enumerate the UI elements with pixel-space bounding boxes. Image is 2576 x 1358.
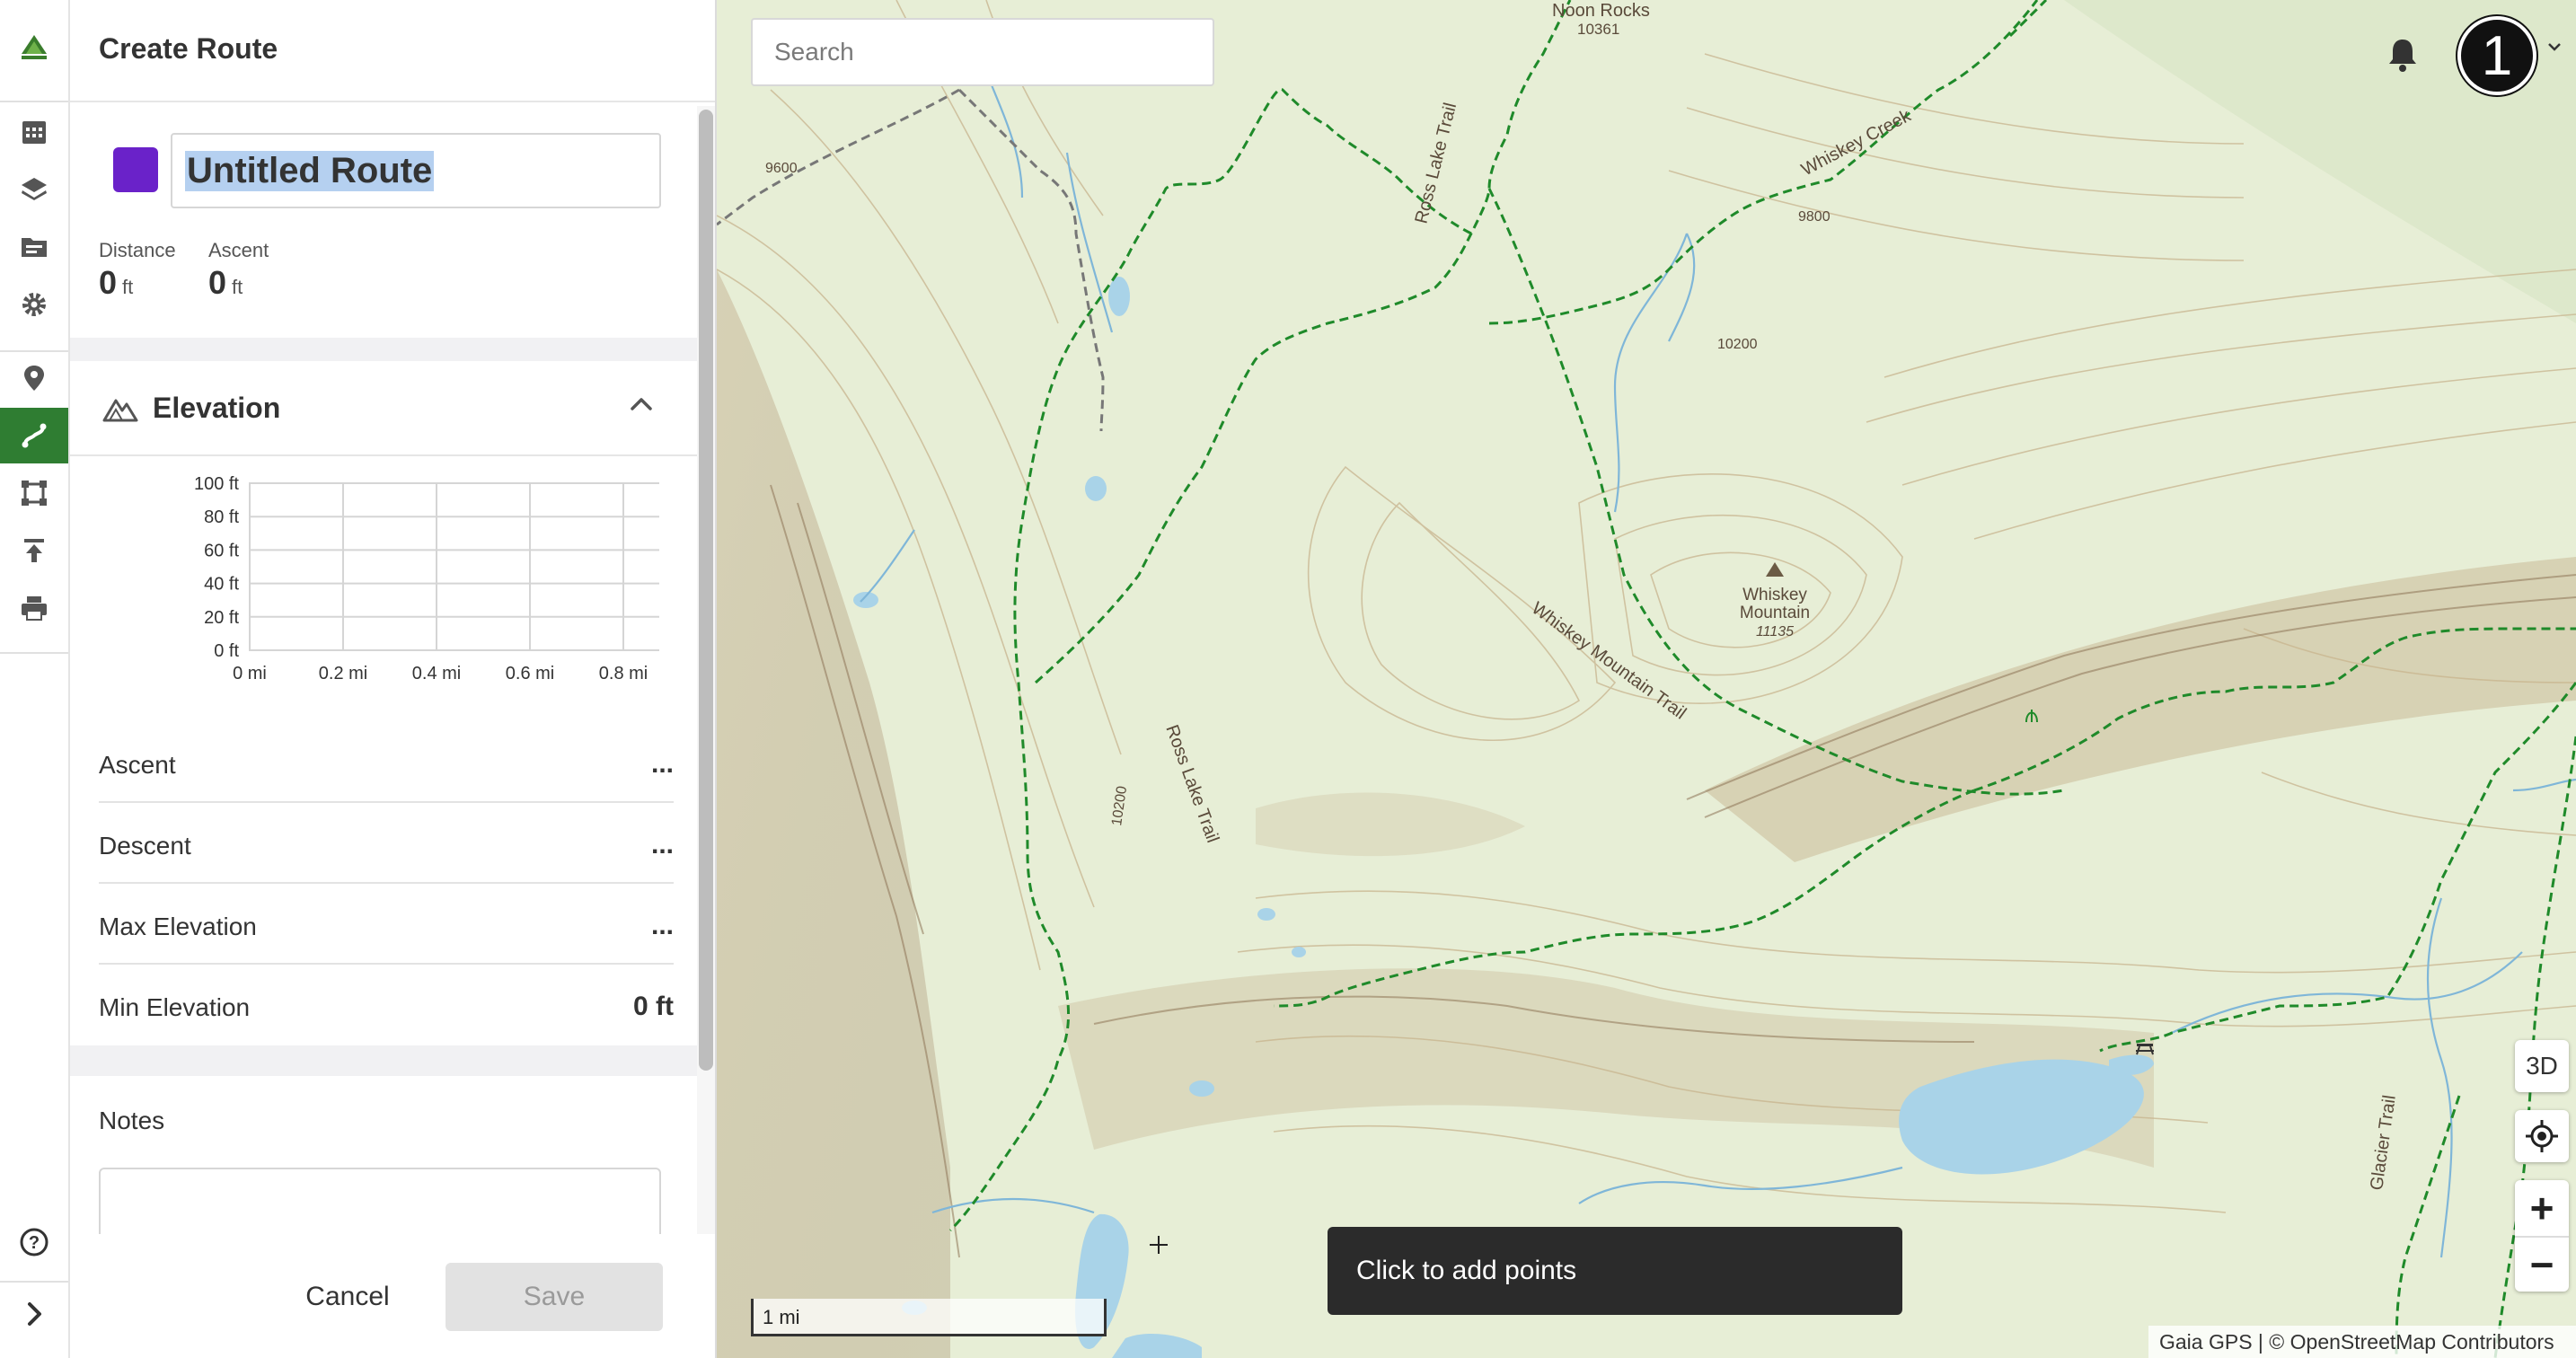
map-label: 10200 — [1717, 337, 1758, 352]
distance-value: 0 ft — [99, 264, 134, 301]
help-icon[interactable]: ? — [0, 1214, 68, 1270]
cancel-button[interactable]: Cancel — [280, 1263, 415, 1331]
section-divider — [70, 1045, 715, 1076]
panel-header: Create Route — [70, 0, 715, 102]
chart-x-tick: 0.8 mi — [599, 664, 648, 683]
layers-icon[interactable] — [0, 162, 68, 217]
panel-footer: Cancel Save — [70, 1234, 715, 1358]
waypoint-icon[interactable] — [0, 350, 68, 406]
map-label: 11135 — [1756, 624, 1794, 639]
map-scale-bar: 1 mi — [751, 1299, 1107, 1336]
create-route-panel: Create Route Untitled Route Distance 0 ft… — [70, 0, 717, 1358]
metric-row-min-elevation: Min Elevation 0 ft — [99, 965, 674, 1045]
elevation-header[interactable]: Elevation — [70, 363, 715, 456]
route-color-swatch[interactable] — [113, 147, 158, 192]
chart-y-tick: 20 ft — [204, 608, 239, 628]
elevation-chart: 100 ft 80 ft 60 ft 40 ft 20 ft 0 ft 0 mi 0.2 m… — [194, 474, 659, 683]
metric-value: ... — [650, 830, 674, 860]
print-icon[interactable] — [0, 580, 68, 636]
save-button[interactable]: Save — [446, 1263, 663, 1331]
metric-value: ... — [650, 749, 674, 779]
topo-map: Noon Rocks 10361 Whiskey Creek Ross Lake… — [717, 0, 2576, 1358]
chevron-right-icon[interactable] — [0, 1286, 68, 1342]
distance-label: Distance — [99, 239, 176, 261]
ascent-value: 0 ft — [208, 264, 243, 301]
icon-rail: ? — [0, 0, 70, 1358]
toast-message: Click to add points — [1328, 1227, 1902, 1315]
map-label: Noon Rocks — [1552, 1, 1650, 21]
chart-y-tick: 60 ft — [204, 541, 239, 560]
metric-row-ascent: Ascent ... — [99, 722, 674, 803]
scale-label: 1 mi — [763, 1306, 800, 1328]
map-label: Mountain — [1740, 604, 1810, 622]
route-icon[interactable] — [0, 408, 68, 463]
map-label: Whiskey — [1742, 586, 1807, 604]
map-label: 10361 — [1577, 21, 1619, 38]
map-attribution: Gaia GPS | © OpenStreetMap Contributors — [2148, 1326, 2576, 1358]
chart-plot-area — [249, 482, 659, 651]
chart-x-tick: 0 mi — [233, 664, 267, 683]
locate-me-button[interactable] — [2515, 1110, 2569, 1162]
metric-row-max-elevation: Max Elevation ... — [99, 884, 674, 965]
chart-y-tick: 40 ft — [204, 575, 239, 595]
calendar-icon[interactable] — [0, 104, 68, 160]
ascent-label: Ascent — [208, 239, 269, 261]
settings-icon[interactable] — [0, 277, 68, 332]
crosshair-locate-icon — [2526, 1120, 2558, 1152]
chart-x-tick: 0.6 mi — [506, 664, 554, 683]
svg-text:?: ? — [29, 1233, 40, 1253]
chevron-up-icon[interactable] — [627, 390, 656, 419]
metric-value: 0 ft — [633, 992, 674, 1021]
metric-value: ... — [650, 911, 674, 940]
metric-label: Descent — [99, 832, 191, 860]
chart-y-tick: 100 ft — [194, 474, 239, 494]
zoom-out-button[interactable]: − — [2515, 1236, 2569, 1292]
panel-title: Create Route — [99, 32, 278, 65]
panel-scrollbar-thumb[interactable] — [699, 110, 713, 1071]
route-name-text: Untitled Route — [185, 150, 435, 191]
area-icon[interactable] — [0, 465, 68, 521]
map-canvas[interactable]: Noon Rocks 10361 Whiskey Creek Ross Lake… — [717, 0, 2576, 1358]
chart-x-tick: 0.2 mi — [319, 664, 367, 683]
chevron-down-icon[interactable] — [2545, 38, 2563, 56]
mountain-icon — [102, 399, 138, 422]
upload-icon[interactable] — [0, 523, 68, 578]
section-divider — [70, 338, 715, 361]
zoom-in-button[interactable]: + — [2515, 1180, 2569, 1236]
notes-label: Notes — [99, 1107, 165, 1134]
map-search-input[interactable] — [751, 18, 1214, 86]
chart-x-tick: 0.4 mi — [412, 664, 461, 683]
metric-row-descent: Descent ... — [99, 803, 674, 884]
chart-y-tick: 0 ft — [214, 641, 239, 661]
logo-icon[interactable] — [0, 20, 68, 75]
folder-icon[interactable] — [0, 219, 68, 275]
notification-bell-icon[interactable] — [2382, 34, 2423, 75]
toggle-3d-button[interactable]: 3D — [2515, 1040, 2569, 1092]
map-label: 9600 — [765, 161, 798, 176]
metric-label: Max Elevation — [99, 913, 257, 940]
zoom-controls: + − — [2515, 1180, 2569, 1292]
user-avatar[interactable]: 1 — [2457, 16, 2536, 95]
chart-y-tick: 80 ft — [204, 507, 239, 527]
metric-label: Min Elevation — [99, 993, 251, 1021]
route-name-input[interactable]: Untitled Route — [171, 133, 661, 208]
metric-label: Ascent — [99, 751, 176, 779]
map-label: 9800 — [1798, 209, 1831, 225]
elevation-title: Elevation — [153, 392, 281, 424]
